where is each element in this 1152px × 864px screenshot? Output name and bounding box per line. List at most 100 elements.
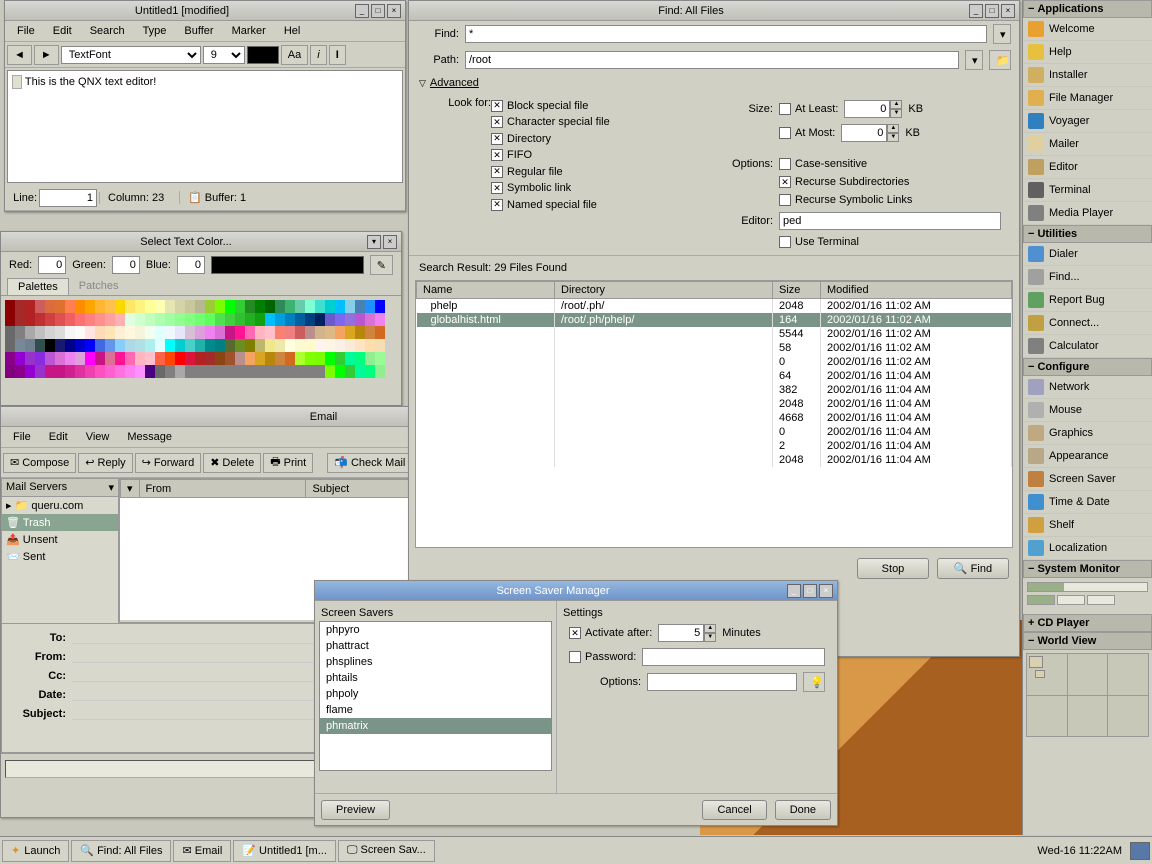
- color-swatch[interactable]: [295, 352, 305, 365]
- color-swatch[interactable]: [85, 352, 95, 365]
- color-swatch[interactable]: [295, 326, 305, 339]
- color-swatch[interactable]: [135, 365, 145, 378]
- color-swatch[interactable]: [95, 326, 105, 339]
- folder-sent[interactable]: 📨 Sent: [2, 548, 118, 565]
- saver-phattract[interactable]: phattract: [320, 638, 551, 654]
- saver-flame[interactable]: flame: [320, 702, 551, 718]
- color-swatch[interactable]: [45, 326, 55, 339]
- color-swatch[interactable]: [155, 313, 165, 326]
- menu-search[interactable]: Search: [82, 23, 133, 39]
- result-row[interactable]: 642002/01/16 11:04 AM: [417, 369, 1012, 383]
- color-swatch[interactable]: [305, 300, 315, 313]
- color-swatch[interactable]: [215, 365, 225, 378]
- col-size[interactable]: Size: [773, 282, 821, 299]
- color-swatch[interactable]: [225, 352, 235, 365]
- color-swatch[interactable]: [5, 326, 15, 339]
- task-2[interactable]: 📝 Untitled1 [m...: [233, 840, 336, 862]
- stop-button[interactable]: Stop: [857, 558, 929, 579]
- color-swatch[interactable]: [365, 313, 375, 326]
- forward-button[interactable]: ↪ Forward: [135, 453, 202, 473]
- color-swatch[interactable]: [245, 300, 255, 313]
- color-swatch[interactable]: [285, 300, 295, 313]
- color-swatch[interactable]: [255, 352, 265, 365]
- color-swatch[interactable]: [45, 365, 55, 378]
- activate-check[interactable]: Activate after:: [569, 627, 652, 639]
- result-row[interactable]: 02002/01/16 11:02 AM: [417, 355, 1012, 369]
- color-swatch[interactable]: [375, 326, 385, 339]
- color-swatch[interactable]: [45, 313, 55, 326]
- tab-palettes[interactable]: Palettes: [7, 278, 69, 295]
- color-swatch[interactable]: [365, 300, 375, 313]
- color-swatch[interactable]: [155, 339, 165, 352]
- color-swatch[interactable]: [75, 313, 85, 326]
- reply-button[interactable]: ↩ Reply: [78, 453, 132, 473]
- color-swatch[interactable]: [55, 300, 65, 313]
- font-aa-button[interactable]: Aa: [281, 45, 308, 65]
- color-swatch[interactable]: [175, 352, 185, 365]
- launch-button[interactable]: ✦ Launch: [2, 840, 69, 862]
- utilities-header[interactable]: −Utilities: [1023, 225, 1152, 243]
- result-row[interactable]: 02002/01/16 11:04 AM: [417, 425, 1012, 439]
- color-swatch[interactable]: [105, 326, 115, 339]
- shelf-terminal[interactable]: Terminal: [1023, 179, 1152, 202]
- menu-edit[interactable]: Edit: [41, 429, 76, 445]
- color-swatch[interactable]: [375, 300, 385, 313]
- saver-phpyro[interactable]: phpyro: [320, 622, 551, 638]
- menu-buffer[interactable]: Buffer: [176, 23, 221, 39]
- lookfor-check[interactable]: Block special file: [491, 97, 610, 114]
- color-swatch[interactable]: [225, 313, 235, 326]
- color-swatch[interactable]: [255, 365, 265, 378]
- color-swatch[interactable]: [305, 326, 315, 339]
- color-swatch[interactable]: [135, 339, 145, 352]
- color-swatch[interactable]: [175, 365, 185, 378]
- color-swatch[interactable]: [125, 326, 135, 339]
- col-directory[interactable]: Directory: [555, 282, 773, 299]
- color-swatch[interactable]: [205, 339, 215, 352]
- lookfor-check[interactable]: Character special file: [491, 114, 610, 131]
- activate-minutes-input[interactable]: [658, 624, 704, 642]
- saver-phsplines[interactable]: phsplines: [320, 654, 551, 670]
- color-swatch[interactable]: [125, 313, 135, 326]
- color-swatch[interactable]: [75, 326, 85, 339]
- green-input[interactable]: [112, 256, 140, 274]
- color-swatch[interactable]: [25, 313, 35, 326]
- atmost-input[interactable]: [841, 124, 887, 142]
- color-swatch[interactable]: [175, 300, 185, 313]
- color-swatch[interactable]: [85, 326, 95, 339]
- color-swatch[interactable]: [25, 300, 35, 313]
- tab-patches[interactable]: Patches: [69, 278, 129, 295]
- password-input[interactable]: [642, 648, 825, 666]
- lookfor-check[interactable]: FIFO: [491, 147, 610, 164]
- options-input[interactable]: [647, 673, 797, 691]
- delete-button[interactable]: ✖ Delete: [203, 453, 261, 473]
- color-swatch[interactable]: [125, 352, 135, 365]
- shelf-report-bug[interactable]: Report Bug: [1023, 289, 1152, 312]
- min-button[interactable]: _: [355, 4, 369, 18]
- color-swatch[interactable]: [15, 313, 25, 326]
- color-swatch[interactable]: [305, 365, 315, 378]
- color-swatch[interactable]: [75, 352, 85, 365]
- shelf-installer[interactable]: Installer: [1023, 64, 1152, 87]
- color-swatch[interactable]: [345, 300, 355, 313]
- color-swatch[interactable]: [245, 326, 255, 339]
- result-row[interactable]: phelp/root/.ph/20482002/01/16 11:02 AM: [417, 299, 1012, 314]
- color-swatch[interactable]: [185, 300, 195, 313]
- color-swatch[interactable]: [45, 300, 55, 313]
- color-swatch[interactable]: [25, 352, 35, 365]
- color-swatch[interactable]: [115, 365, 125, 378]
- min-button[interactable]: _: [787, 584, 801, 598]
- color-swatch[interactable]: [305, 313, 315, 326]
- find-history-button[interactable]: ▾: [993, 24, 1011, 44]
- result-row[interactable]: globalhist.html/root/.ph/phelp/1642002/0…: [417, 313, 1012, 327]
- menu-marker[interactable]: Marker: [224, 23, 274, 39]
- color-swatch[interactable]: [355, 352, 365, 365]
- color-swatch[interactable]: [205, 352, 215, 365]
- color-swatch[interactable]: [55, 326, 65, 339]
- color-swatch[interactable]: [95, 339, 105, 352]
- size-select[interactable]: 9: [203, 46, 245, 64]
- color-swatch[interactable]: [295, 365, 305, 378]
- red-input[interactable]: [38, 256, 66, 274]
- line-input[interactable]: [39, 189, 97, 207]
- color-swatch[interactable]: [235, 352, 245, 365]
- color-swatch[interactable]: [35, 339, 45, 352]
